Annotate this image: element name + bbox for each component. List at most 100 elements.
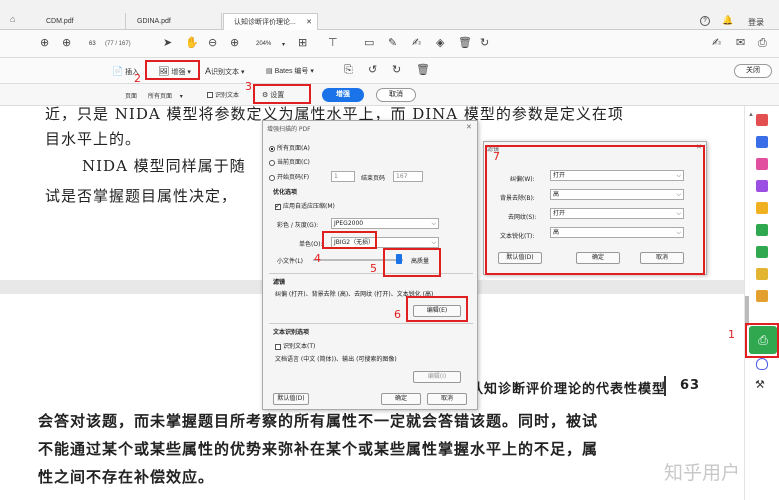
end-page-input[interactable]: 167 [393, 171, 423, 182]
ocr-label: 识别文本 [215, 93, 240, 99]
chevron-down-icon: ⌵ [431, 239, 436, 246]
default-button[interactable]: 默认值(D) [273, 393, 309, 405]
radio-button[interactable] [269, 159, 275, 166]
compress-icon[interactable] [756, 246, 768, 258]
fit-page-icon[interactable]: ⊞ [298, 38, 307, 49]
checkbox-label: 应用自适应压缩(M) [283, 203, 335, 210]
tab-active-doc[interactable]: 认知诊断评价理论... ✕ [223, 13, 318, 30]
zoom-in-icon[interactable]: ⊕ [230, 38, 239, 49]
start-page-input[interactable]: 1 [331, 171, 355, 182]
annotation-number-2: 2 [134, 72, 141, 85]
login-link[interactable]: 登录 [748, 17, 764, 28]
pages-label: 页面 [125, 94, 138, 100]
cursor-icon[interactable]: ➤ [163, 38, 172, 49]
radio-all-pages[interactable]: 所有页面(A) [269, 143, 310, 152]
cancel-button[interactable]: 取消 [427, 393, 467, 405]
ocr-checkbox[interactable]: 识别文本 [207, 90, 239, 99]
select-value: JPEG2000 [334, 220, 364, 227]
export-pdf-icon[interactable] [756, 114, 768, 126]
bates-icon: ▤ [266, 68, 273, 75]
bates-button[interactable]: ▤ Bates 编号 ▾ [266, 66, 314, 76]
delete-icon[interactable]: 🗑 [458, 38, 472, 49]
collapse-panel-icon[interactable]: ▲ [748, 112, 754, 118]
enhance-run-button[interactable]: 增强 [322, 88, 364, 102]
zoom-out-icon[interactable]: ⊖ [208, 38, 217, 49]
ocr-text-checkbox[interactable]: 识别文本(T) [275, 341, 315, 350]
tab-label: GDINA.pdf [137, 18, 171, 25]
edit-pdf-icon[interactable] [756, 158, 768, 170]
mono-label: 单色(O): [299, 241, 323, 248]
end-page-label: 结束页码 [361, 175, 386, 182]
help-icon[interactable]: ? [700, 16, 710, 26]
page-icon[interactable]: ⎘ [344, 65, 353, 76]
adaptive-compression-checkbox[interactable]: 应用自适应压缩(M) [275, 201, 335, 210]
close-icon[interactable]: ✕ [466, 123, 472, 131]
signature-icon[interactable]: ✍ [712, 38, 721, 49]
radio-button[interactable] [269, 174, 275, 181]
comment-tool-icon[interactable] [756, 202, 768, 214]
section-divider [269, 323, 473, 324]
annotation-number-3: 3 [245, 80, 252, 93]
print-icon[interactable]: ⎙ [758, 38, 767, 49]
page-current[interactable]: 63 [89, 41, 96, 47]
ocr-check-box[interactable] [207, 92, 213, 99]
zoom-level[interactable]: 204% [256, 41, 271, 47]
filters-section-title: 滤镜 [273, 279, 286, 286]
tab-cdm[interactable]: CDM.pdf [36, 13, 126, 30]
bell-icon[interactable]: 🔔 [722, 15, 733, 26]
sign-icon[interactable]: ✍ [412, 38, 421, 49]
rotate-left-icon[interactable]: ↺ [368, 65, 377, 76]
protect-icon[interactable] [756, 290, 768, 302]
ocr-text-button[interactable]: A识别文本 ▾ [205, 66, 244, 77]
ok-button[interactable]: 确定 [381, 393, 421, 405]
close-tool-button[interactable]: 关闭 [734, 64, 772, 78]
optimize-section-title: 优化选项 [273, 189, 298, 196]
shield-icon[interactable] [756, 358, 768, 370]
ocr-section-title: 文本识别选项 [273, 329, 310, 336]
mail-icon[interactable]: ✉ [736, 38, 745, 49]
home-icon[interactable]: ⌂ [10, 14, 22, 28]
annotation-box-4 [322, 231, 377, 249]
annotation-number-4: 4 [314, 252, 321, 265]
next-page-icon[interactable]: ⊕ [62, 38, 71, 49]
stamp-icon[interactable]: ⊤ [328, 38, 338, 49]
rotate-icon[interactable]: ↻ [480, 38, 489, 49]
scrollbar-thumb[interactable] [745, 296, 749, 326]
radio-page-range[interactable]: 开始页码(F) [269, 172, 309, 181]
trash-icon[interactable]: 🗑 [416, 65, 430, 76]
combine-files-icon[interactable] [756, 180, 768, 192]
annotation-number-7: 7 [493, 150, 500, 163]
cancel-enhance-button[interactable]: 取消 [376, 88, 416, 102]
radio-label: 当前页面(C) [277, 159, 310, 166]
edit-ocr-button[interactable]: 编辑(I) [413, 371, 461, 383]
running-header-page: 63 [680, 378, 701, 393]
pages-select[interactable]: 所有页面 ▾ [148, 91, 183, 100]
hand-icon[interactable]: ✋ [185, 38, 199, 49]
prev-page-icon[interactable]: ⊕ [40, 38, 49, 49]
radio-button[interactable] [269, 145, 275, 152]
right-tools-panel: ▲ ⎙ ⚒ [744, 106, 779, 500]
highlight-icon[interactable]: ◈ [436, 38, 444, 49]
dialog-title: 增强扫描的 PDF [267, 126, 311, 133]
create-pdf-icon[interactable] [756, 136, 768, 148]
bates-label: Bates 编号 [274, 68, 309, 75]
more-tools-icon[interactable]: ⚒ [755, 378, 765, 391]
organize-pages-icon[interactable] [756, 224, 768, 236]
doc-line-3: NIDA 模型同样属于随 [82, 157, 246, 175]
radio-current-page[interactable]: 当前页面(C) [269, 157, 310, 166]
comment-icon[interactable]: ▭ [364, 38, 374, 49]
check-box[interactable] [275, 202, 281, 210]
redact-icon[interactable] [756, 268, 768, 280]
tab-label: CDM.pdf [46, 18, 74, 25]
color-compression-select[interactable]: JPEG2000 ⌵ [331, 218, 439, 229]
check-box[interactable] [275, 343, 281, 350]
close-icon[interactable]: ✕ [306, 14, 312, 31]
rotate-right-icon[interactable]: ↻ [392, 65, 401, 76]
annotation-box-7 [485, 145, 705, 275]
doc-paragraph-1: 会答对该题，而未掌握题目所考察的所有属性不一定就会答错该题。同时，被试 [38, 412, 599, 430]
pen-icon[interactable]: ✎ [388, 38, 397, 49]
checkbox-label: 识别文本(T) [283, 343, 316, 350]
zoom-dropdown-icon[interactable]: ▾ [282, 41, 285, 48]
tab-gdina[interactable]: GDINA.pdf [127, 13, 222, 30]
annotation-number-6: 6 [394, 308, 401, 321]
